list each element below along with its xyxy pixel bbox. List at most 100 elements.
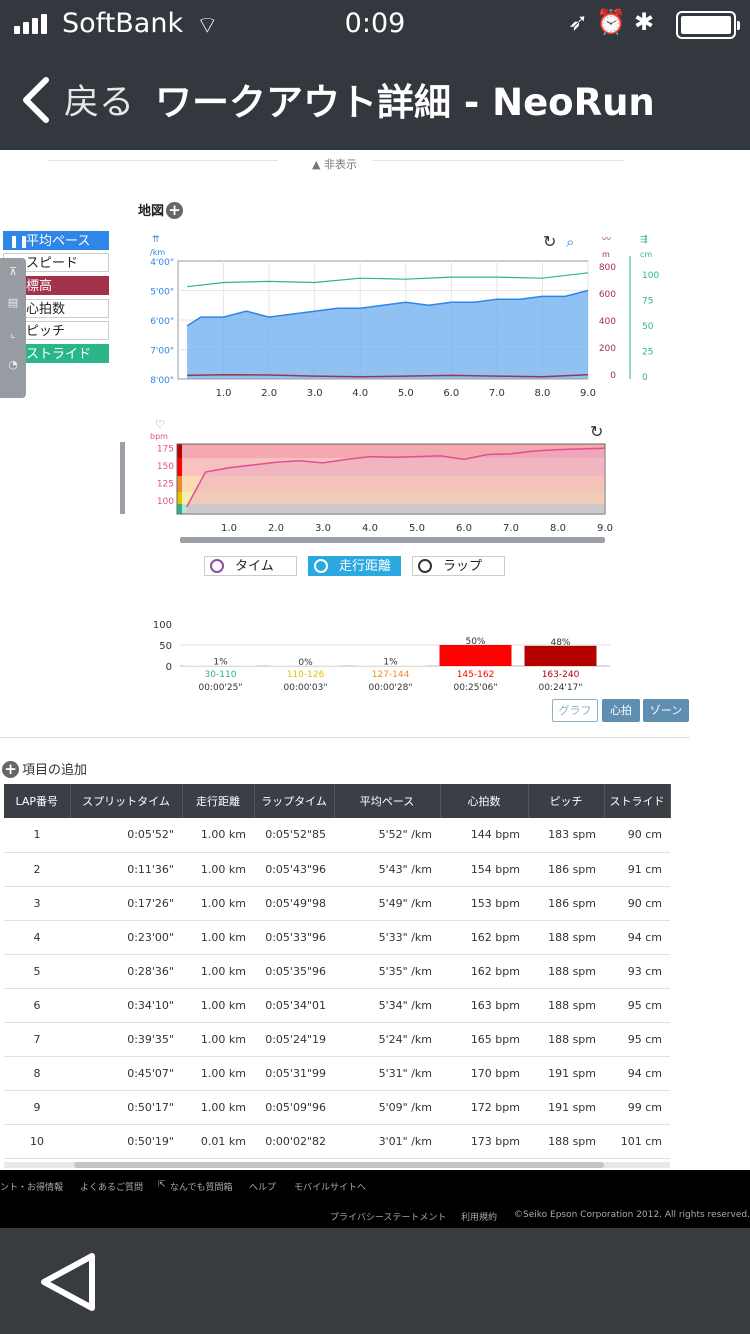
table-cell: 0:05'35"96 [254, 954, 334, 989]
table-cell: 162 bpm [440, 920, 528, 955]
table-cell: 1.00 km [182, 1056, 254, 1091]
zone-range-label: 163-240 [542, 670, 580, 680]
column-header[interactable]: LAP番号 [4, 784, 71, 818]
pace-tick-label: 6'00" [150, 317, 174, 327]
table-cell: 0:05'52"85 [254, 818, 334, 853]
table-cell: 94 cm [604, 920, 670, 955]
add-map-icon[interactable]: + [166, 202, 183, 219]
table-row: 4 0:23'00" 1.00 km 0:05'33"96 5'33" /km 162 b… [4, 920, 670, 955]
distance-tick-label: 6.0 [443, 388, 459, 399]
table-cell: 0:50'17" [70, 1090, 182, 1125]
divider [372, 160, 624, 161]
view-graph-button[interactable]: グラフ [552, 699, 598, 722]
zone-range-label: 145-162 [457, 670, 495, 680]
table-row: 8 0:45'07" 1.00 km 0:05'31"99 5'31" /km 170 b… [4, 1056, 670, 1091]
x-axis-lap-button[interactable]: ラップ [412, 556, 505, 576]
table-cell: 0:39'35" [70, 1022, 182, 1057]
zone-y-tick-label: 0 [166, 662, 172, 673]
elevation-tick-label: 0 [610, 371, 616, 381]
footer-link-help[interactable]: ヘルプ [249, 1180, 276, 1193]
table-cell: 0:05'31"99 [254, 1056, 334, 1091]
zone-percent-label: 1% [383, 658, 398, 668]
column-header[interactable]: スプリットタイム [70, 784, 183, 818]
footer-link-questions[interactable]: なんでも質問箱 [170, 1180, 233, 1193]
pace-tick-label: 8'00" [150, 376, 174, 386]
zone-duration-label: 00:00'28" [368, 683, 412, 693]
footer-link-terms[interactable]: 利用規約 [461, 1210, 497, 1223]
distance-tick-label: 8.0 [534, 388, 550, 399]
table-cell: 0:28'36" [70, 954, 182, 989]
app-screen: SoftBank ⌔ 0:09 ➶⏰✱ 戻る ワークアウト詳細 - NeoRun… [0, 0, 750, 1334]
distance-tick-label: 3.0 [307, 388, 323, 399]
footer-link-privacy[interactable]: プライバシーステートメント [330, 1210, 446, 1223]
table-cell: 0:05'49"98 [254, 886, 334, 921]
stopwatch-icon[interactable]: ◔ [0, 358, 26, 382]
footer-link-offers[interactable]: ント・お得情報 [0, 1180, 63, 1193]
table-cell: 5'33" /km [334, 920, 440, 955]
bottom-toolbar [0, 1228, 750, 1334]
table-cell: 6 [4, 988, 70, 1023]
pace-tick-label: 4'00" [150, 258, 174, 268]
reset-zoom-icon[interactable]: ↻ [590, 422, 603, 441]
footer-link-faq[interactable]: よくあるご質問 [80, 1180, 143, 1193]
view-heart-button[interactable]: 心拍 [602, 699, 640, 722]
table-cell: 1.00 km [182, 954, 254, 989]
stride-tick-label: 100 [642, 271, 659, 281]
chart-icon[interactable]: ⌞ [0, 327, 26, 351]
table-cell: 186 spm [528, 852, 604, 887]
zoom-icon[interactable]: ⌕ [566, 233, 574, 251]
zone-duration-label: 00:00'03" [283, 683, 327, 693]
heart-chart-range-slider[interactable] [180, 537, 605, 543]
table-row: 2 0:11'36" 1.00 km 0:05'43"96 5'43" /km 154 b… [4, 852, 670, 887]
heart-rate-chart: ♡ bpm ↻ 175 150 125 100 1.0 2.0 3.0 4.0 5.0 6.0 7… [150, 418, 613, 543]
heart-chart-slider[interactable] [120, 442, 125, 514]
reset-zoom-icon[interactable]: ↻ [543, 232, 556, 251]
add-items-link[interactable]: 項目の追加 [22, 759, 87, 778]
table-scrollbar[interactable] [4, 1162, 670, 1168]
heart-icon: ♡ [155, 418, 165, 431]
column-header[interactable]: ピッチ [528, 784, 605, 818]
column-header[interactable]: 走行距離 [182, 784, 255, 818]
view-zone-button[interactable]: ゾーン [643, 699, 689, 722]
table-cell: 0:05'09"96 [254, 1090, 334, 1125]
table-cell: 188 spm [528, 988, 604, 1023]
table-cell: 1.00 km [182, 920, 254, 955]
zone-strip-1 [177, 504, 182, 514]
zone-range-label: 127-144 [372, 670, 410, 680]
table-cell: 183 spm [528, 818, 604, 853]
zone-duration-label: 00:00'25" [198, 683, 242, 693]
table-cell: 4 [4, 920, 70, 955]
pace-unit-icon: ⇈ [152, 235, 160, 245]
legend-pace[interactable]: ❚❚ 平均ペース [3, 231, 109, 250]
column-header[interactable]: ストライド [604, 784, 671, 818]
footprint-icon: ❚❚ [9, 234, 30, 248]
table-cell: 0:05'33"96 [254, 920, 334, 955]
collapse-icon[interactable]: ⊼ [0, 265, 26, 289]
x-axis-distance-button[interactable]: 走行距離 [308, 556, 401, 576]
column-header[interactable]: ラップタイム [254, 784, 335, 818]
back-triangle-icon[interactable] [38, 1252, 98, 1312]
table-scrollbar-thumb[interactable] [74, 1162, 604, 1168]
footer-link-mobile[interactable]: モバイルサイトへ [294, 1180, 366, 1193]
column-header[interactable]: 心拍数 [440, 784, 529, 818]
hide-toggle-button[interactable]: ▲ 非表示 [312, 156, 357, 172]
distance-tick-label: 9.0 [580, 388, 596, 399]
add-item-icon[interactable]: + [2, 761, 19, 778]
elevation-tick-label: 800 [599, 263, 616, 273]
x-axis-time-button[interactable]: タイム [204, 556, 297, 576]
table-cell: 172 bpm [440, 1090, 528, 1125]
bpm-tick-label: 100 [157, 497, 174, 507]
back-button[interactable]: 戻る [64, 74, 134, 125]
clock-icon [210, 559, 224, 573]
distance-tick-label: 7.0 [503, 523, 519, 534]
back-chevron-icon[interactable] [18, 76, 52, 124]
table-cell: 5'31" /km [334, 1056, 440, 1091]
site-footer: ント・お得情報 よくあるご質問 ⇱ なんでも質問箱 ヘルプ モバイルサイトへ プ… [0, 1170, 750, 1228]
distance-tick-label: 2.0 [261, 388, 277, 399]
zone-percent-label: 0% [298, 658, 313, 668]
column-header[interactable]: 平均ペース [334, 784, 441, 818]
notes-icon[interactable]: ▤ [0, 296, 26, 320]
table-cell: 153 bpm [440, 886, 528, 921]
distance-tick-label: 1.0 [216, 388, 232, 399]
table-cell: 5'35" /km [334, 954, 440, 989]
